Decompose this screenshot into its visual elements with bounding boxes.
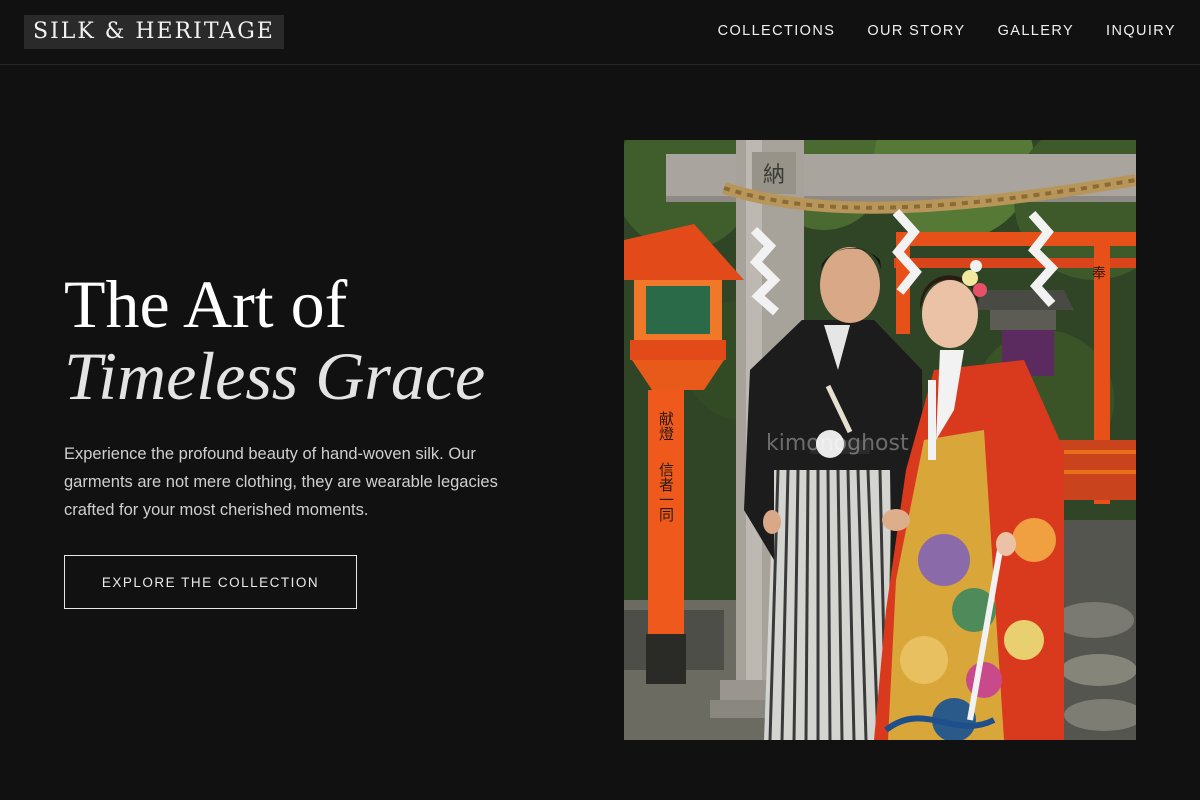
brand-logo[interactable]: SILK & HERITAGE: [24, 15, 284, 49]
nav-item-our-story[interactable]: OUR STORY: [867, 20, 965, 42]
explore-collection-button[interactable]: EXPLORE THE COLLECTION: [64, 555, 357, 609]
photo-watermark: kimonoghost: [766, 431, 909, 456]
headline-line-1: The Art of: [64, 266, 348, 342]
site-header: SILK & HERITAGE COLLECTIONS OUR STORY GA…: [0, 0, 1200, 65]
hero-tagline: Experience the profound beauty of hand-w…: [64, 445, 498, 520]
lantern-text: 献燈: [657, 411, 675, 441]
right-pillar-text: 奉: [1092, 266, 1106, 282]
hero-headline: The Art of Timeless Grace: [64, 268, 564, 412]
nav-item-inquiry[interactable]: INQUIRY: [1106, 20, 1176, 42]
hero-content: The Art of Timeless Grace Experience the…: [64, 268, 564, 609]
main-nav: COLLECTIONS OUR STORY GALLERY INQUIRY: [718, 20, 1176, 42]
hero-photo-wedding-couple: 納 献燈 信者一同 奉 kimonoghost: [624, 140, 1136, 740]
pillar-text: 信者一同: [657, 462, 675, 523]
headline-line-2: Timeless Grace: [64, 338, 486, 415]
gate-plaque-text: 納: [763, 163, 785, 188]
nav-item-collections[interactable]: COLLECTIONS: [718, 20, 836, 42]
nav-item-gallery[interactable]: GALLERY: [998, 20, 1074, 42]
